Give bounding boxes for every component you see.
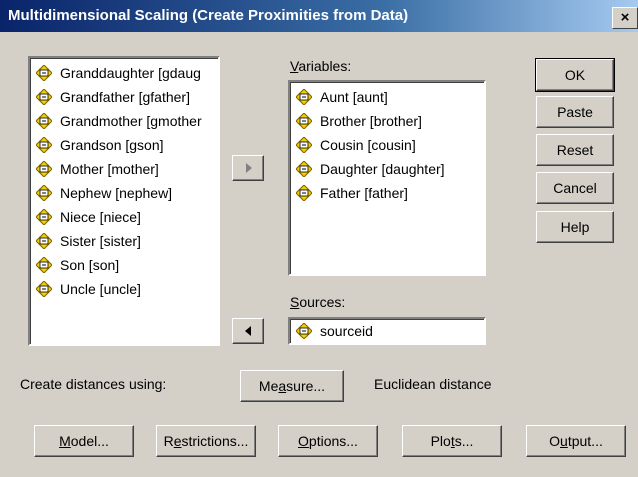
list-item-label: Mother [mother] bbox=[60, 161, 159, 177]
list-item[interactable]: Niece [niece] bbox=[30, 205, 218, 229]
sources-item[interactable]: sourceid bbox=[290, 319, 484, 343]
variable-icon bbox=[296, 89, 312, 105]
list-item-label: Granddaughter [gdaug bbox=[60, 65, 201, 81]
list-item[interactable]: Grandfather [gfather] bbox=[30, 85, 218, 109]
variables-list[interactable]: Aunt [aunt] Brother [brother] Cousin [cous… bbox=[288, 80, 486, 276]
move-to-sources-button[interactable] bbox=[232, 318, 264, 344]
sources-field[interactable]: sourceid bbox=[288, 317, 486, 345]
cancel-button[interactable]: Cancel bbox=[536, 172, 614, 204]
close-icon: × bbox=[620, 9, 630, 26]
help-button[interactable]: Help bbox=[536, 211, 614, 243]
list-item[interactable]: Uncle [uncle] bbox=[30, 277, 218, 301]
variable-icon bbox=[296, 113, 312, 129]
list-item[interactable]: Son [son] bbox=[30, 253, 218, 277]
measure-button[interactable]: Measure... bbox=[240, 370, 344, 402]
restrictions-button[interactable]: Restrictions... bbox=[156, 425, 256, 457]
output-button[interactable]: Output... bbox=[526, 425, 626, 457]
variable-icon bbox=[296, 185, 312, 201]
list-item[interactable]: Granddaughter [gdaug bbox=[30, 61, 218, 85]
options-button[interactable]: Options... bbox=[278, 425, 378, 457]
list-item[interactable]: Mother [mother] bbox=[30, 157, 218, 181]
variable-icon bbox=[36, 233, 52, 249]
model-button[interactable]: Model... bbox=[34, 425, 134, 457]
list-item-label: Son [son] bbox=[60, 257, 120, 273]
variables-label: Variables: bbox=[290, 58, 352, 74]
move-to-variables-button[interactable] bbox=[232, 155, 264, 181]
variable-icon bbox=[36, 209, 52, 225]
variable-icon bbox=[296, 323, 312, 339]
list-item[interactable]: Aunt [aunt] bbox=[290, 85, 484, 109]
paste-button[interactable]: Paste bbox=[536, 96, 614, 128]
list-item-label: Daughter [daughter] bbox=[320, 161, 445, 177]
ok-button[interactable]: OK bbox=[535, 58, 615, 92]
list-item[interactable]: Cousin [cousin] bbox=[290, 133, 484, 157]
list-item-label: Grandmother [gmother bbox=[60, 113, 202, 129]
variable-icon bbox=[296, 161, 312, 177]
list-item-label: Uncle [uncle] bbox=[60, 281, 141, 297]
variable-icon bbox=[36, 161, 52, 177]
distance-measure-value: Euclidean distance bbox=[374, 376, 492, 392]
variable-icon bbox=[36, 89, 52, 105]
variable-icon bbox=[36, 137, 52, 153]
list-item[interactable]: Sister [sister] bbox=[30, 229, 218, 253]
list-item[interactable]: Brother [brother] bbox=[290, 109, 484, 133]
window-title: Multidimensional Scaling (Create Proximi… bbox=[8, 7, 409, 24]
variable-icon bbox=[36, 65, 52, 81]
list-item-label: Grandfather [gfather] bbox=[60, 89, 190, 105]
arrow-left-icon bbox=[245, 326, 251, 336]
sources-label: Sources: bbox=[290, 294, 346, 310]
reset-button[interactable]: Reset bbox=[536, 134, 614, 166]
title-bar[interactable]: Multidimensional Scaling (Create Proximi… bbox=[0, 0, 638, 32]
list-item[interactable]: Nephew [nephew] bbox=[30, 181, 218, 205]
plots-button[interactable]: Plots... bbox=[402, 425, 502, 457]
variable-icon bbox=[36, 257, 52, 273]
list-item-label: Aunt [aunt] bbox=[320, 89, 388, 105]
list-item-label: Sister [sister] bbox=[60, 233, 141, 249]
create-distances-label: Create distances using: bbox=[20, 376, 167, 392]
list-item[interactable]: Grandmother [gmother bbox=[30, 109, 218, 133]
arrow-right-icon bbox=[246, 163, 252, 173]
list-item-label: Grandson [gson] bbox=[60, 137, 164, 153]
mds-dialog: Multidimensional Scaling (Create Proximi… bbox=[0, 0, 638, 477]
list-item-label: Father [father] bbox=[320, 185, 408, 201]
list-item[interactable]: Grandson [gson] bbox=[30, 133, 218, 157]
variable-icon bbox=[36, 113, 52, 129]
close-button[interactable]: × bbox=[612, 7, 638, 29]
list-item-label: Cousin [cousin] bbox=[320, 137, 416, 153]
variable-icon bbox=[36, 185, 52, 201]
variable-icon bbox=[296, 137, 312, 153]
list-item-label: Brother [brother] bbox=[320, 113, 422, 129]
list-item[interactable]: Father [father] bbox=[290, 181, 484, 205]
list-item[interactable]: Daughter [daughter] bbox=[290, 157, 484, 181]
source-variable-list[interactable]: Granddaughter [gdaug Grandfather [gfather… bbox=[28, 56, 220, 346]
variable-icon bbox=[36, 281, 52, 297]
list-item-label: Niece [niece] bbox=[60, 209, 141, 225]
list-item-label: Nephew [nephew] bbox=[60, 185, 173, 201]
